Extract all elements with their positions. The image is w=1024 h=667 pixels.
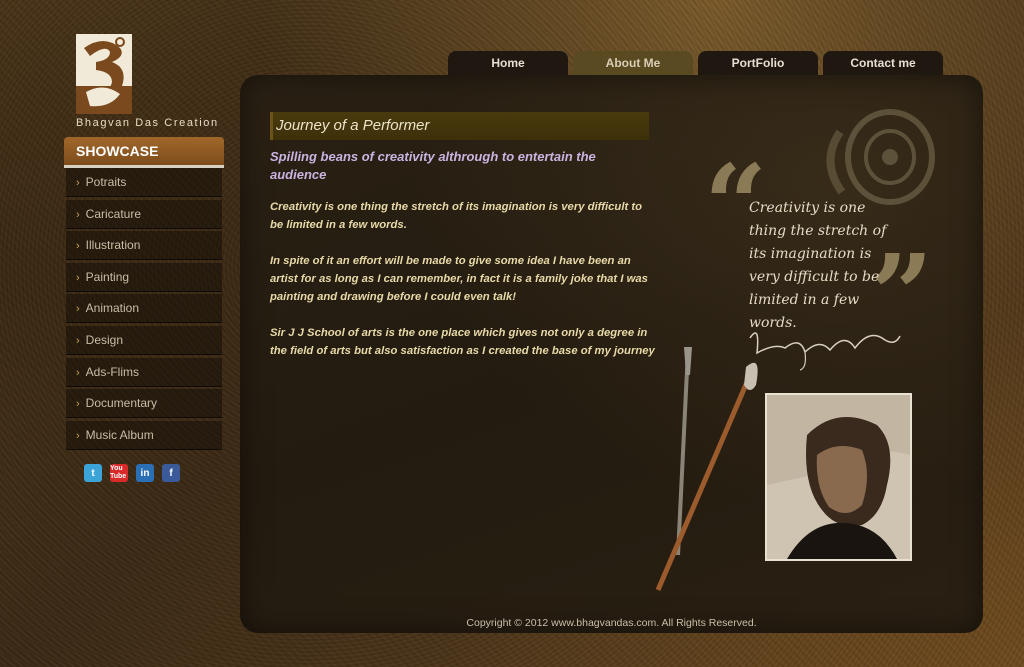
sidebar-item-design[interactable]: › Design [66, 325, 222, 355]
sidebar-item-illustration[interactable]: › Illustration [66, 231, 222, 261]
sidebar-item-potraits[interactable]: › Potraits [66, 168, 222, 197]
chevron-right-icon: › [76, 240, 80, 253]
chevron-right-icon: › [76, 334, 80, 347]
signature-icon [749, 332, 901, 371]
paragraph-1: Creativity is one thing the stretch of i… [270, 201, 643, 231]
logo-text: Bhagvan Das Creation [76, 117, 219, 129]
site-logo[interactable]: Bhagvan Das Creation [76, 34, 226, 134]
twitter-icon[interactable]: t [84, 464, 102, 482]
pull-quote: Creativity is one thing the stretch of i… [749, 200, 887, 331]
facebook-icon[interactable]: f [162, 464, 180, 482]
chevron-right-icon: › [76, 177, 80, 189]
chevron-right-icon: › [76, 398, 80, 411]
film-reel-icon [826, 109, 935, 205]
youtube-icon[interactable]: You Tube [110, 464, 128, 482]
paragraph-2: In spite of it an effort will be made to… [270, 255, 648, 303]
showcase-menu: › Potraits › Caricature › Illustration › Pai… [66, 168, 222, 452]
tab-about-me[interactable]: About Me [573, 51, 693, 75]
chevron-right-icon: › [76, 271, 80, 284]
tab-contact-me[interactable]: Contact me [823, 51, 943, 75]
sidebar-item-label: Ads-Flims [85, 364, 140, 379]
linkedin-icon[interactable]: in [136, 464, 154, 482]
sidebar-item-label: Potraits [85, 175, 127, 189]
chevron-right-icon: › [76, 208, 80, 221]
main-nav: Home About Me PortFolio Contact me [448, 51, 943, 75]
sidebar-item-label: Music Album [85, 427, 154, 442]
tab-portfolio[interactable]: PortFolio [698, 51, 818, 75]
paint-brush-icon [655, 347, 758, 591]
page-subtitle: Spilling beans of creativity althrough t… [270, 149, 596, 182]
sidebar-item-documentary[interactable]: › Documentary [66, 389, 222, 419]
sidebar-item-caricature[interactable]: › Caricature [66, 199, 222, 229]
showcase-heading: SHOWCASE [64, 137, 224, 165]
social-links: t You Tube in f [84, 464, 180, 482]
sidebar-item-label: Documentary [85, 396, 158, 411]
paragraph-3: Sir J J School of arts is the one place … [270, 327, 655, 357]
sidebar-item-ads-flims[interactable]: › Ads-Flims [66, 357, 222, 387]
sidebar-item-label: Animation [85, 301, 140, 316]
chevron-right-icon: › [76, 303, 80, 316]
chevron-right-icon: › [76, 366, 80, 379]
sidebar-item-painting[interactable]: › Painting [66, 262, 222, 292]
tab-home[interactable]: Home [448, 51, 568, 75]
logo-mark-icon [76, 34, 132, 114]
sidebar-item-label: Painting [85, 269, 130, 284]
chevron-right-icon: › [76, 429, 80, 442]
page-title: Journey of a Performer [270, 112, 649, 140]
sidebar-item-music-album[interactable]: › Music Album [66, 420, 222, 450]
portrait-image [767, 395, 910, 559]
sidebar-item-label: Design [85, 332, 124, 347]
sidebar-item-animation[interactable]: › Animation [66, 294, 222, 324]
sidebar-item-label: Caricature [85, 206, 142, 221]
sidebar-item-label: Illustration [85, 238, 141, 253]
footer-copyright: Copyright © 2012 www.bhagvandas.com. All… [466, 617, 757, 629]
artist-portrait [765, 393, 912, 561]
